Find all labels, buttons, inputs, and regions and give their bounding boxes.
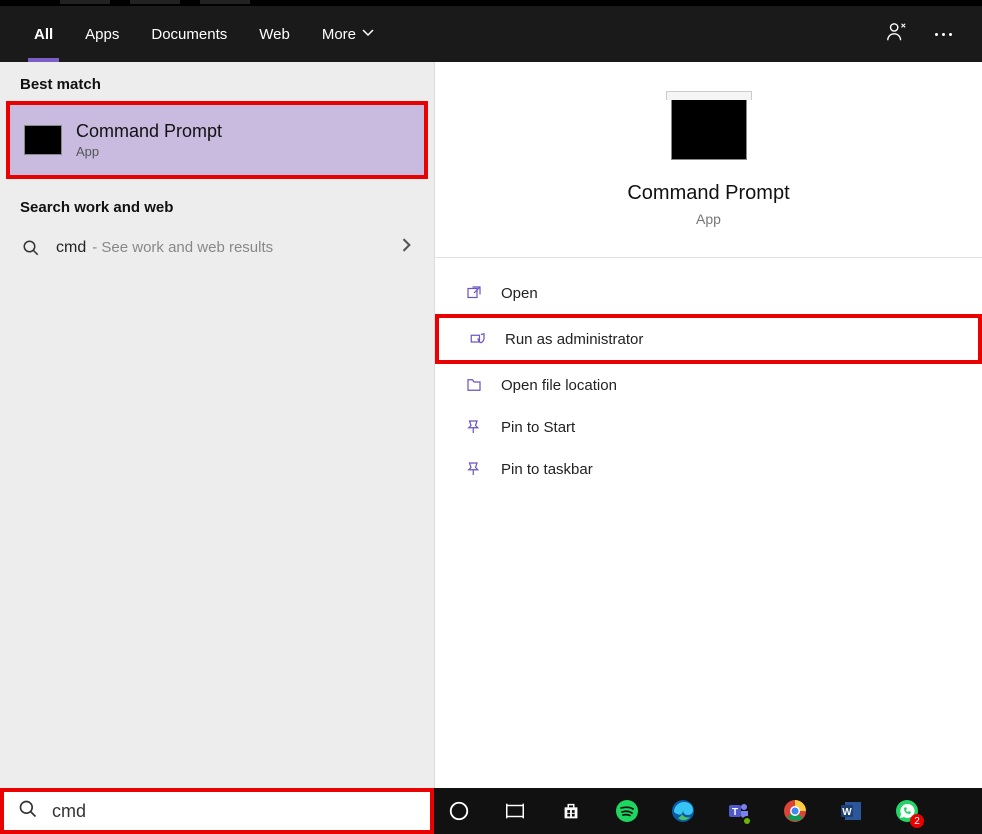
web-hint: - See work and web results [92,239,273,256]
best-match-title: Command Prompt [76,121,222,142]
account-icon[interactable] [885,21,907,48]
chevron-right-icon [400,238,414,257]
microsoft-store-icon[interactable] [552,792,590,830]
search-input[interactable] [52,801,416,822]
tab-documents[interactable]: Documents [135,6,243,62]
svg-text:W: W [842,807,852,818]
action-label: Open file location [501,377,617,394]
action-label: Pin to Start [501,419,575,436]
web-search-item[interactable]: cmd - See work and web results [0,224,434,271]
teams-icon[interactable]: T [720,792,758,830]
action-run-as-admin[interactable]: Run as administrator [435,314,982,364]
pin-icon [463,458,485,480]
actions-list: Open Run as administrator Open file loca… [435,258,982,504]
action-open-file-location[interactable]: Open file location [435,364,982,406]
preview-pane: Command Prompt App Open Run as administr… [434,62,982,788]
search-icon [20,239,42,257]
command-prompt-icon [671,98,747,160]
tab-web[interactable]: Web [243,6,306,62]
search-icon [18,799,38,824]
word-icon[interactable]: W [832,792,870,830]
tab-apps[interactable]: Apps [69,6,135,62]
best-match-subtitle: App [76,144,222,159]
section-web: Search work and web [0,185,434,224]
folder-icon [463,374,485,396]
action-open[interactable]: Open [435,272,982,314]
whatsapp-icon[interactable]: 2 [888,792,926,830]
preview-title: Command Prompt [627,182,789,205]
svg-text:T: T [732,807,738,818]
web-query: cmd [56,239,86,257]
pin-icon [463,416,485,438]
notification-badge: 2 [910,814,924,828]
more-options-icon[interactable] [935,33,952,36]
spotify-icon[interactable] [608,792,646,830]
section-best-match: Best match [0,62,434,101]
action-pin-to-start[interactable]: Pin to Start [435,406,982,448]
chrome-icon[interactable] [776,792,814,830]
tab-more[interactable]: More [306,6,390,62]
action-label: Run as administrator [505,331,643,348]
task-view-icon[interactable] [496,792,534,830]
tab-all[interactable]: All [18,6,69,62]
preview-subtitle: App [696,211,721,227]
search-input-container[interactable] [0,788,434,834]
search-filter-tabs: All Apps Documents Web More [0,6,982,62]
results-pane: Best match Command Prompt App Search wor… [0,62,434,788]
command-prompt-icon [24,125,62,155]
action-label: Open [501,285,538,302]
chevron-down-icon [362,26,374,43]
tab-more-label: More [322,26,356,43]
action-label: Pin to taskbar [501,461,593,478]
open-icon [463,282,485,304]
best-match-item[interactable]: Command Prompt App [6,101,428,179]
taskbar: T W 2 [434,788,982,834]
cortana-icon[interactable] [440,792,478,830]
edge-icon[interactable] [664,792,702,830]
shield-icon [467,328,489,350]
action-pin-to-taskbar[interactable]: Pin to taskbar [435,448,982,490]
